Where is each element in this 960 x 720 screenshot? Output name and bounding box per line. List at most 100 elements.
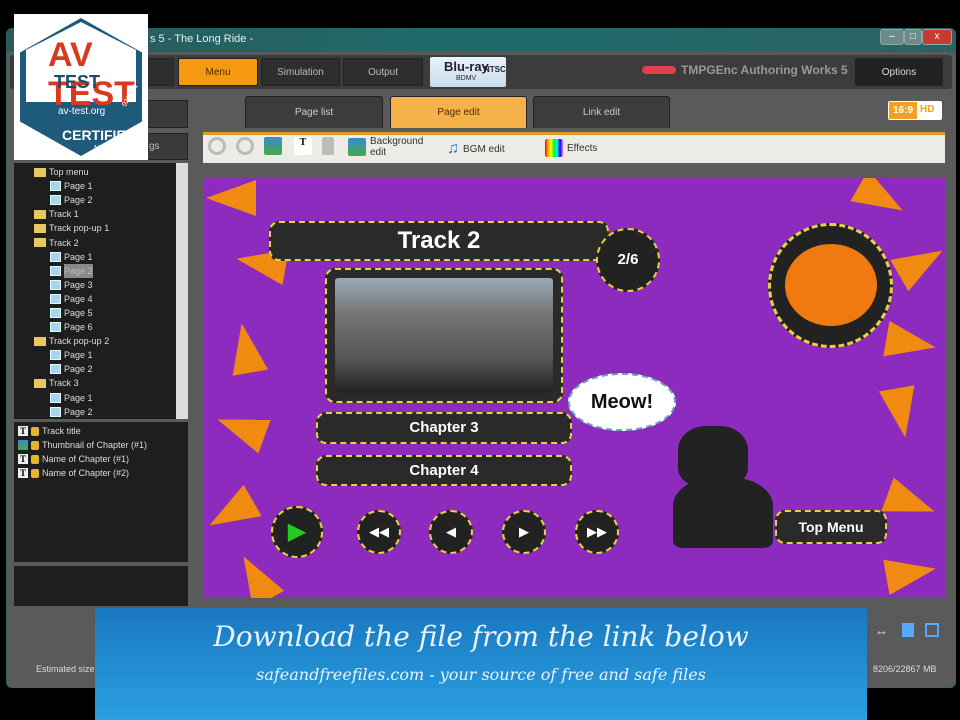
tree-item[interactable]: Page 1 [14,250,176,264]
tab-page-edit[interactable]: Page edit [390,96,527,128]
tree-item[interactable]: Page 3 [14,278,176,292]
tree-item[interactable]: Page 6 [14,320,176,334]
lock-icon[interactable] [31,426,39,436]
tree-item[interactable]: Track pop-up 1 [14,221,176,235]
banner-subtitle: safeandfreefiles.com - your source of fr… [256,665,706,684]
tree-item[interactable]: Page 1 [14,179,176,193]
top-menu-button[interactable]: Top Menu [775,510,887,544]
estimated-size-label: Estimated size [36,664,95,674]
add-image-button[interactable] [264,137,282,155]
redo-button[interactable] [236,137,254,155]
tab-link-edit[interactable]: Link edit [533,96,670,128]
next-chapter-button[interactable]: ▶▶ [575,510,619,554]
lock-icon[interactable] [31,468,39,478]
tree-item[interactable]: Track 3 [14,376,176,390]
bgm-edit-button[interactable]: ♫ BGM edit [447,140,505,158]
title-bar [6,28,956,52]
previous-chapter-button[interactable]: ◀◀ [357,510,401,554]
page-icon [50,350,61,361]
chapter-button-3[interactable]: Chapter 3 [316,412,572,444]
text-icon: T [18,468,28,478]
tree-item[interactable]: Page 2 [14,362,176,376]
minimize-button[interactable]: – [880,29,904,45]
close-button[interactable]: x [922,29,952,45]
candy-corn [878,385,924,441]
object-item[interactable]: Thumbnail of Chapter (#1) [18,438,184,452]
page-icon [50,279,61,290]
background-edit-button[interactable]: Background edit [348,136,432,158]
tree-item[interactable]: Track 2 [14,235,176,249]
effects-button[interactable]: Effects [545,139,597,157]
lock-icon[interactable] [31,454,39,464]
delete-button[interactable] [322,137,334,155]
dual-view-icon[interactable] [925,623,939,637]
tree-item-label: Page 5 [64,307,93,318]
fit-width-icon[interactable]: ↔ [875,623,888,638]
tree-item-label: Track 2 [49,237,79,248]
simulation-button[interactable]: Simulation [261,58,340,86]
maximize-button[interactable]: □ [904,29,922,45]
tree-item-label: Page 2 [64,406,93,417]
candy-corn [890,234,945,292]
page-icon [50,406,61,417]
page-icon [50,181,61,192]
add-text-button[interactable]: T [294,137,312,155]
tree-item[interactable]: Page 4 [14,292,176,306]
add-image-icon [264,137,282,155]
play-button[interactable]: ▶ [271,506,323,558]
step-back-button[interactable]: ◀ [429,510,473,554]
chapter-thumbnail[interactable] [325,268,563,403]
tree-scrollbar[interactable] [176,163,188,419]
tree-item-label: Top menu [49,167,89,178]
folder-icon [34,336,46,346]
tree-item[interactable]: Page 1 [14,391,176,405]
tree-item[interactable]: Page 2 [14,193,176,207]
page-icon [50,265,61,276]
tree-item[interactable]: Track pop-up 2 [14,334,176,348]
speech-bubble: Meow! [568,373,676,431]
tree-item[interactable]: Track 1 [14,207,176,221]
tree-item[interactable]: Page 2 [14,405,176,419]
folder-icon [34,209,46,219]
folder-icon [34,238,46,248]
options-button[interactable]: Options [855,58,943,86]
output-button[interactable]: Output [343,58,423,86]
track-title: Track 2 [269,221,609,261]
object-item[interactable]: T Track title [18,424,184,438]
tree-item-label: Track pop-up 2 [49,336,110,347]
candy-corn [223,320,269,376]
candy-corn [881,477,941,529]
tree-item-label: Page 1 [64,392,93,403]
tree-item[interactable]: Page 2 [14,263,176,278]
tree-item-label: Page 1 [64,181,93,192]
object-list: T Track title Thumbnail of Chapter (#1) T Na… [14,422,188,562]
tree-item[interactable]: Page 1 [14,348,176,362]
estimated-size-value: 8206/22867 MB [873,664,937,674]
background-icon [348,138,366,156]
object-item[interactable]: T Name of Chapter (#1) [18,452,184,466]
candy-corn [883,320,939,366]
text-icon: T [18,426,28,436]
object-item[interactable]: T Name of Chapter (#2) [18,466,184,480]
lock-icon[interactable] [31,440,39,450]
tab-page-list[interactable]: Page list [245,96,383,128]
candy-corn [227,547,285,598]
badge-site: av-test.org [58,106,106,117]
music-icon: ♫ [447,140,459,157]
badge-cert: CERTIFIED [62,127,136,143]
object-label: Name of Chapter (#1) [42,454,130,464]
chapter-button-4[interactable]: Chapter 4 [316,455,572,486]
undo-icon [208,137,226,155]
tree-item[interactable]: Top menu [14,165,176,179]
layout-icon[interactable] [902,623,914,637]
candy-corn [850,178,912,227]
step-forward-button[interactable]: ▶ [502,510,546,554]
menu-button[interactable]: Menu [178,58,258,86]
banner-headline: Download the file from the link below [213,620,749,653]
page-icon [50,307,61,318]
undo-button[interactable] [208,137,226,155]
brand-label: TMPGEnc Authoring Works 5 [681,63,848,77]
tree-item[interactable]: Page 5 [14,306,176,320]
candy-corn [211,402,271,454]
av-test-badge: AV TEST TEST av-test.org CERTIFIED No. 1… [14,14,148,160]
